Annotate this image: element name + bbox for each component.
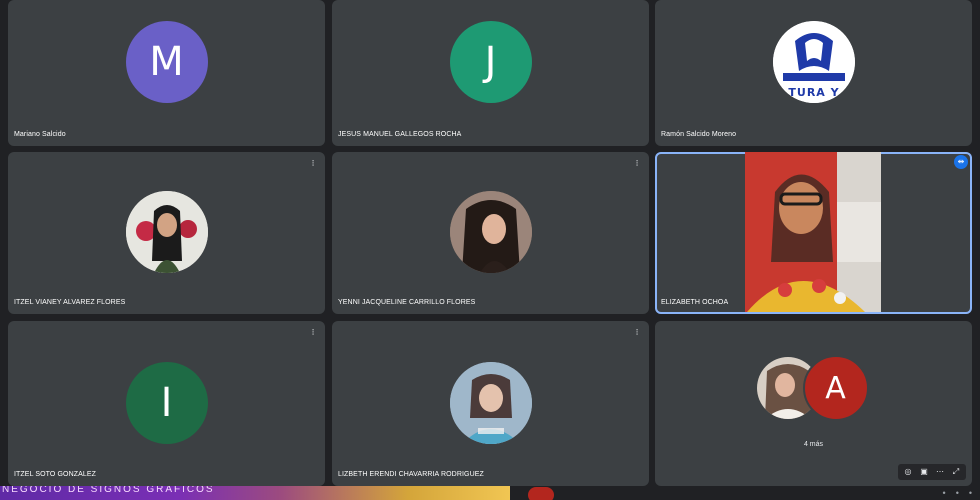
video-person-icon — [745, 152, 881, 312]
participant-grid: M Mariano Salcido J JESUS MANUEL GALLEGO… — [8, 0, 972, 486]
captions-icon[interactable]: ◎ — [902, 466, 914, 478]
participant-tile[interactable]: M Mariano Salcido — [8, 0, 325, 146]
mic-off-icon: ⁝ — [311, 158, 315, 168]
participant-name: LIZBETH ERENDI CHAVARRIA RODRIGUEZ — [338, 471, 484, 478]
camera-off-icon[interactable]: ▣ — [918, 466, 930, 478]
avatar-initial: A — [825, 370, 846, 406]
participant-name: ELIZABETH OCHOA — [661, 299, 729, 306]
more-icon[interactable]: ⋯ — [934, 466, 946, 478]
avatar-photo — [125, 191, 208, 273]
participant-tile[interactable]: ⁝ LIZBETH ERENDI CHAVARRIA RODRIGUEZ — [332, 321, 649, 486]
participant-tile[interactable]: ⁝ ITZEL VIANEY ALVAREZ FLORES — [8, 152, 325, 314]
end-call-button[interactable] — [528, 487, 554, 500]
avatar-photo — [449, 362, 532, 444]
more-avatars: A — [749, 351, 879, 421]
avatar-initial: M — [149, 39, 184, 85]
activities-icon[interactable]: • — [969, 488, 972, 498]
person-photo-icon — [449, 362, 532, 444]
avatar: A — [802, 355, 869, 421]
people-icon[interactable]: • — [943, 488, 946, 498]
mic-off-icon: ⁝ — [311, 327, 315, 337]
expand-icon[interactable]: ⤢ — [950, 466, 962, 478]
person-photo-icon — [125, 191, 208, 273]
meeting-stage: M Mariano Salcido J JESUS MANUEL GALLEGO… — [0, 0, 980, 500]
participant-name: ITZEL SOTO GONZALEZ — [14, 471, 97, 478]
person-photo-icon — [449, 191, 532, 273]
chat-icon[interactable]: • — [956, 488, 959, 498]
presentation-banner: NEGOCIO DE SIGNOS GRÁFICOS — [0, 486, 510, 500]
logo-text: TURA Y — [788, 86, 839, 99]
avatar: I — [125, 362, 208, 444]
participant-name: JESUS MANUEL GALLEGOS ROCHA — [338, 131, 462, 138]
mic-off-icon: ⁝ — [635, 327, 639, 337]
participant-name: ITZEL VIANEY ALVAREZ FLORES — [14, 299, 126, 306]
avatar: J — [449, 21, 532, 103]
bottom-bar: NEGOCIO DE SIGNOS GRÁFICOS • • • — [0, 486, 980, 500]
mic-off-icon: ⁝ — [635, 158, 639, 168]
avatar-initial: I — [160, 380, 173, 426]
banner-text: NEGOCIO DE SIGNOS GRÁFICOS — [2, 486, 215, 495]
participant-name: YENNI JACQUELINE CARRILLO FLORES — [338, 299, 476, 306]
participant-name: Mariano Salcido — [14, 131, 66, 138]
participant-tile[interactable]: ⁝ YENNI JACQUELINE CARRILLO FLORES — [332, 152, 649, 314]
more-count: 4 más — [803, 441, 824, 448]
more-participants-tile[interactable]: A 4 más ◎ ▣ ⋯ ⤢ — [655, 321, 972, 486]
avatar-initial: J — [484, 39, 497, 85]
tile-tools: ◎ ▣ ⋯ ⤢ — [898, 464, 966, 480]
participant-tile[interactable]: ⁝ I ITZEL SOTO GONZALEZ — [8, 321, 325, 486]
avatar-photo — [449, 191, 532, 273]
pin-icon[interactable]: ⇹ — [954, 155, 968, 169]
avatar: M — [125, 21, 208, 103]
video-feed — [745, 152, 881, 312]
avatar-logo: TURA Y — [772, 21, 855, 103]
tray: • • • — [943, 486, 972, 500]
participant-tile[interactable]: TURA Y Ramón Salcido Moreno — [655, 0, 972, 146]
participant-name: Ramón Salcido Moreno — [661, 131, 737, 138]
participant-tile[interactable]: J JESUS MANUEL GALLEGOS ROCHA — [332, 0, 649, 146]
participant-tile-active[interactable]: ⇹ ELIZABETH OCHOA — [655, 152, 972, 314]
logo-icon: TURA Y — [772, 21, 855, 103]
